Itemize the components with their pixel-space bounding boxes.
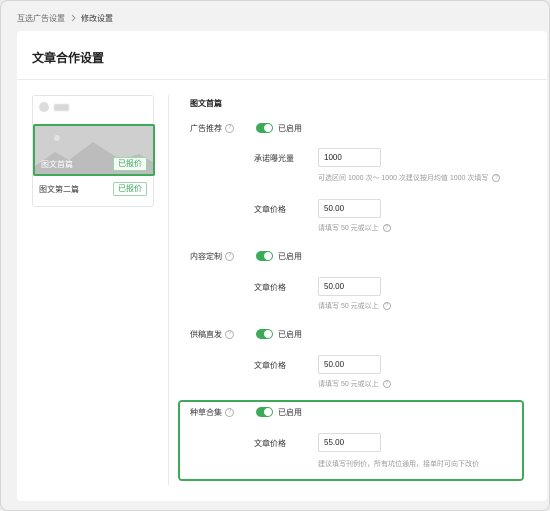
- submission-price-hint: 请填写 50 元或以上 ?: [318, 379, 391, 389]
- custom-content-label: 内容定制 ?: [190, 251, 234, 262]
- ad-recommend-price-input[interactable]: 50.00: [318, 199, 381, 218]
- custom-content-toggle[interactable]: [256, 251, 273, 261]
- section-title: 图文首篇: [190, 99, 222, 108]
- exposure-label: 承诺曝光量: [254, 154, 294, 163]
- ad-recommend-price-hint-text: 请填写 50 元或以上: [318, 225, 379, 232]
- question-circle-icon[interactable]: ?: [225, 408, 234, 417]
- collection-price-hint-text: 建议填写刊例价，所有坑位通用，接单时可向下改价: [318, 461, 479, 468]
- question-circle-icon[interactable]: ?: [225, 252, 234, 261]
- collection-price-label: 文章价格: [254, 439, 286, 448]
- custom-content-price-input[interactable]: 50.00: [318, 277, 381, 296]
- custom-content-toggle-text: 已启用: [278, 252, 302, 261]
- ad-recommend-label: 广告推荐 ?: [190, 123, 234, 134]
- exposure-hint: 可选区间 1000 次～ 1000 次建议按月均值 1000 次填写 ?: [318, 173, 501, 183]
- article-list: 图文首篇 已报价 图文第二篇 已报价: [32, 95, 155, 207]
- title-divider: [17, 79, 547, 80]
- collection-label: 种草合集 ?: [190, 407, 234, 418]
- article-item-second[interactable]: 图文第二篇: [39, 184, 79, 195]
- ad-recommend-label-text: 广告推荐: [190, 124, 222, 133]
- article-item-first[interactable]: 图文首篇 已报价: [33, 124, 155, 176]
- article-title: 图文首篇: [41, 160, 73, 169]
- question-circle-icon[interactable]: ?: [382, 380, 391, 388]
- ad-recommend-toggle-text: 已启用: [278, 124, 302, 133]
- vertical-divider: [168, 95, 169, 485]
- breadcrumb: 互选广告设置 修改设置: [17, 12, 113, 24]
- ad-recommend-price-label: 文章价格: [254, 205, 286, 214]
- submission-price-input[interactable]: 50.00: [318, 355, 381, 374]
- collection-price-hint: 建议填写刊例价，所有坑位通用，接单时可向下改价: [318, 459, 479, 469]
- collection-toggle[interactable]: [256, 407, 273, 417]
- custom-content-price-hint: 请填写 50 元或以上 ?: [318, 301, 391, 311]
- page-title: 文章合作设置: [32, 51, 105, 65]
- exposure-input[interactable]: 1000: [318, 148, 381, 167]
- submission-label: 供稿直发 ?: [190, 329, 234, 340]
- avatar: [39, 102, 49, 112]
- custom-content-price-label: 文章价格: [254, 283, 286, 292]
- submission-toggle[interactable]: [256, 329, 273, 339]
- ad-recommend-toggle[interactable]: [256, 123, 273, 133]
- submission-price-label: 文章价格: [254, 361, 286, 370]
- question-circle-icon[interactable]: ?: [382, 302, 391, 310]
- status-badge: 已报价: [113, 157, 147, 171]
- account-row: [39, 102, 69, 112]
- collection-label-text: 种草合集: [190, 408, 222, 417]
- submission-price-hint-text: 请填写 50 元或以上: [318, 381, 379, 388]
- account-name-blurred: [54, 103, 69, 111]
- question-circle-icon[interactable]: ?: [382, 224, 391, 232]
- collection-price-input[interactable]: 55.00: [318, 433, 381, 452]
- submission-toggle-text: 已启用: [278, 330, 302, 339]
- chevron-right-icon: [71, 14, 76, 22]
- app-window: 互选广告设置 修改设置 文章合作设置 图文首篇 已报价 图文第二篇 已报价 图文…: [0, 0, 550, 511]
- breadcrumb-current: 修改设置: [81, 13, 113, 23]
- question-circle-icon[interactable]: ?: [492, 174, 501, 182]
- breadcrumb-parent-link[interactable]: 互选广告设置: [17, 13, 65, 24]
- submission-label-text: 供稿直发: [190, 330, 222, 339]
- status-badge: 已报价: [113, 182, 147, 196]
- collection-toggle-text: 已启用: [278, 408, 302, 417]
- article-title: 图文第二篇: [39, 185, 79, 194]
- settings-panel: 文章合作设置 图文首篇 已报价 图文第二篇 已报价 图文首篇 广告推荐 ? 已启…: [17, 31, 547, 501]
- custom-content-label-text: 内容定制: [190, 252, 222, 261]
- ad-recommend-price-hint: 请填写 50 元或以上 ?: [318, 223, 391, 233]
- custom-content-price-hint-text: 请填写 50 元或以上: [318, 303, 379, 310]
- question-circle-icon[interactable]: ?: [225, 330, 234, 339]
- exposure-hint-text: 可选区间 1000 次～ 1000 次建议按月均值 1000 次填写: [318, 175, 489, 182]
- question-circle-icon[interactable]: ?: [225, 124, 234, 133]
